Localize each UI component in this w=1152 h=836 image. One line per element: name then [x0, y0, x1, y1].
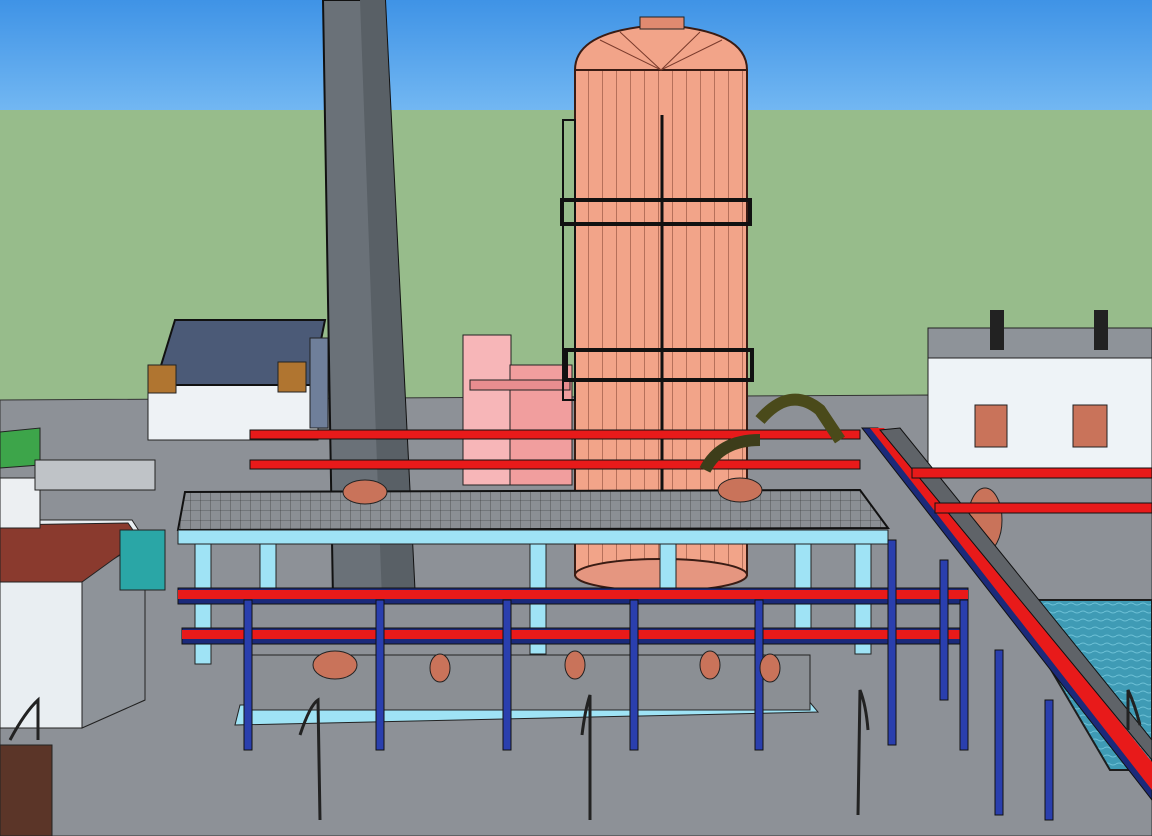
industrial-plant-scene — [0, 0, 1152, 836]
green-lawn-patch — [0, 427, 41, 469]
control-building — [147, 319, 329, 441]
